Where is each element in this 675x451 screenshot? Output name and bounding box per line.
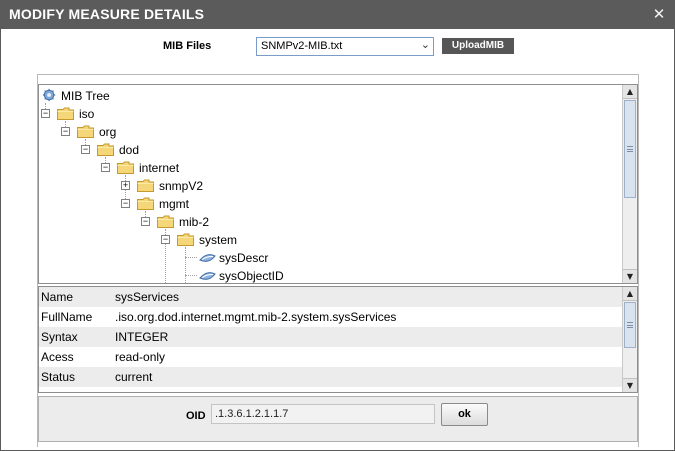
mib-files-label: MIB Files	[163, 40, 212, 52]
property-value: current	[115, 370, 153, 384]
mib-tree-pane[interactable]: MIB Tree − iso − org − dod − internet + …	[38, 84, 638, 284]
folder-icon	[177, 233, 194, 246]
folder-icon	[77, 125, 94, 138]
tree-node-label: sysDescr	[219, 251, 269, 265]
mib-tree-root-icon	[42, 88, 56, 102]
property-row: Name sysServices	[39, 287, 623, 307]
property-key: Syntax	[41, 330, 78, 344]
tree-line	[185, 275, 197, 276]
tree-node-label: snmpV2	[159, 179, 204, 193]
ok-button[interactable]: ok	[441, 403, 488, 426]
mib-tree: MIB Tree − iso − org − dod − internet + …	[39, 85, 623, 283]
property-key: FullName	[41, 310, 93, 324]
tree-line	[185, 247, 186, 283]
tree-node-label: system	[199, 233, 238, 247]
tree-node-label: mgmt	[159, 197, 189, 211]
tree-line	[185, 257, 197, 258]
collapse-icon[interactable]: −	[101, 163, 110, 172]
close-icon[interactable]: ✕	[651, 5, 667, 23]
collapse-icon[interactable]: −	[141, 217, 150, 226]
leaf-node-icon	[199, 272, 216, 280]
chevron-down-icon: ⌄	[420, 39, 430, 51]
property-row: isIndexNode false	[39, 387, 623, 392]
grip-icon	[627, 322, 633, 328]
tree-node-label: sysObjectID	[219, 269, 284, 283]
folder-icon	[117, 161, 134, 174]
folder-icon	[97, 143, 114, 156]
scroll-up-icon[interactable]: ▲	[623, 287, 637, 301]
mib-files-selected-value: SNMPv2-MIB.txt	[261, 40, 343, 52]
property-row: Acess read-only	[39, 347, 623, 367]
expand-icon[interactable]: +	[121, 181, 130, 190]
property-key: Status	[41, 370, 76, 384]
collapse-icon[interactable]: −	[121, 199, 130, 208]
folder-icon	[157, 215, 174, 228]
properties-pane[interactable]: Name sysServices FullName .iso.org.dod.i…	[38, 286, 638, 393]
tree-root-label: MIB Tree	[61, 89, 110, 103]
tree-node-label: dod	[119, 143, 140, 157]
properties-scrollbar[interactable]: ▲ ▼	[622, 287, 637, 392]
leaf-node-icon	[199, 254, 216, 262]
oid-label: OID	[186, 410, 206, 422]
folder-icon	[137, 179, 154, 192]
tree-node-label: iso	[79, 107, 95, 121]
properties-table: Name sysServices FullName .iso.org.dod.i…	[39, 287, 623, 392]
collapse-icon[interactable]: −	[161, 235, 170, 244]
property-row: Status current	[39, 367, 623, 387]
property-row: FullName .iso.org.dod.internet.mgmt.mib-…	[39, 307, 623, 327]
folder-icon	[57, 107, 74, 120]
oid-field[interactable]: .1.3.6.1.2.1.1.7	[211, 404, 435, 424]
tree-node-label: org	[99, 125, 117, 139]
collapse-icon[interactable]: −	[41, 109, 50, 118]
property-key: Name	[41, 290, 74, 304]
property-row: Syntax INTEGER	[39, 327, 623, 347]
property-value: read-only	[115, 350, 166, 364]
modify-measure-dialog: MODIFY MEASURE DETAILS ✕ MIB Files SNMPv…	[0, 0, 675, 451]
collapse-icon[interactable]: −	[81, 145, 90, 154]
property-value: sysServices	[115, 290, 180, 304]
scroll-down-icon[interactable]: ▼	[623, 378, 637, 392]
properties-scroll-thumb[interactable]	[624, 302, 636, 348]
scroll-up-icon[interactable]: ▲	[623, 85, 637, 99]
property-value: false	[115, 390, 140, 392]
property-key: Acess	[41, 350, 74, 364]
scroll-down-icon[interactable]: ▼	[623, 269, 637, 283]
mib-files-select[interactable]: SNMPv2-MIB.txt ⌄	[256, 37, 434, 56]
tree-node-label: internet	[139, 161, 180, 175]
property-value: .iso.org.dod.internet.mgmt.mib-2.system.…	[115, 310, 397, 324]
property-key: isIndexNode	[41, 390, 108, 392]
tree-scrollbar[interactable]: ▲ ▼	[622, 85, 637, 283]
property-value: INTEGER	[115, 330, 169, 344]
upload-mib-button[interactable]: UploadMIB	[442, 38, 514, 54]
tree-scroll-thumb[interactable]	[624, 100, 636, 198]
collapse-icon[interactable]: −	[61, 127, 70, 136]
folder-icon	[137, 197, 154, 210]
tree-node-label: mib-2	[179, 215, 210, 229]
dialog-title: MODIFY MEASURE DETAILS	[9, 6, 205, 22]
grip-icon	[627, 146, 633, 152]
dialog-titlebar: MODIFY MEASURE DETAILS ✕	[1, 1, 675, 29]
